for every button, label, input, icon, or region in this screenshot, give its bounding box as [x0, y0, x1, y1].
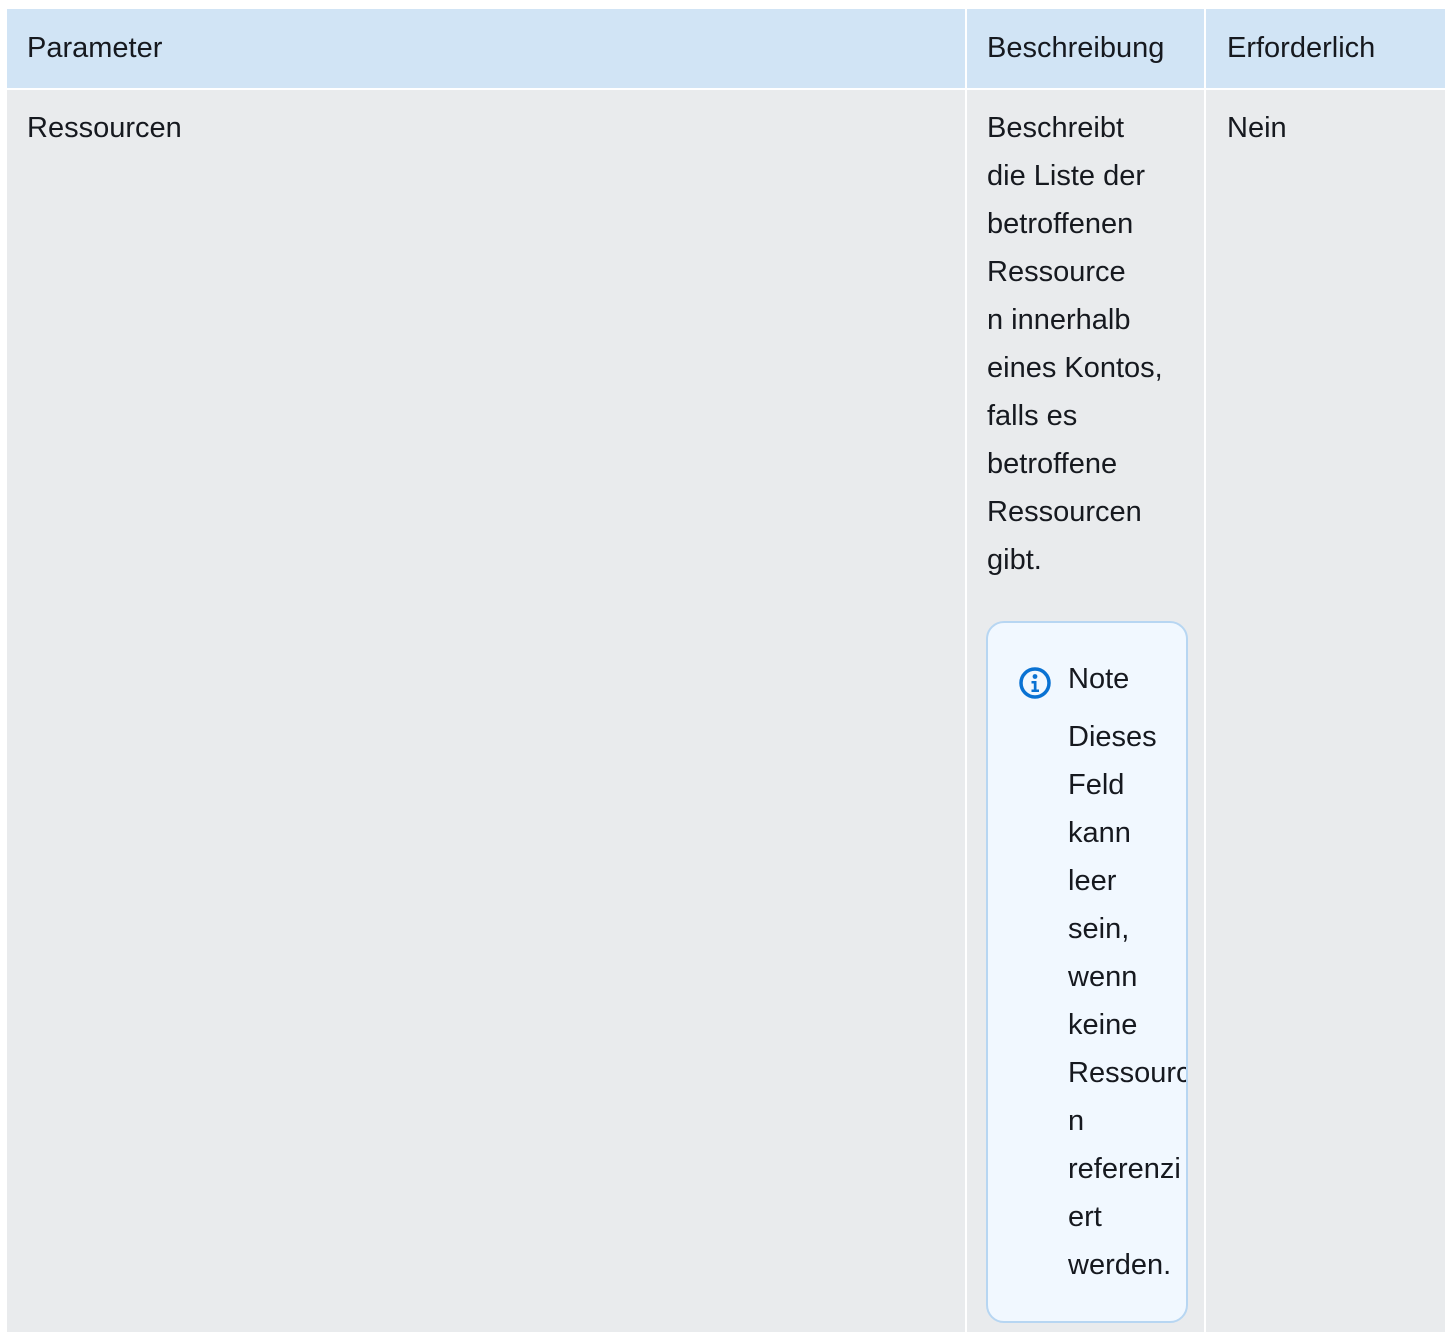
info-icon [1019, 667, 1051, 699]
header-description: Beschreibung [987, 32, 1165, 64]
cell-parameter: Ressourcen [27, 112, 182, 144]
header-required: Erforderlich [1227, 32, 1376, 64]
table-header-row: Parameter Beschreibung Erforderlich [7, 9, 1445, 90]
cell-description: Beschreibt die Liste der betroffenen Res… [987, 112, 1163, 576]
parameters-table: Parameter Beschreibung Erforderlich Ress… [7, 9, 1445, 1332]
column-divider [1204, 9, 1206, 1332]
note-title: Note [1068, 663, 1130, 695]
header-parameter: Parameter [27, 32, 163, 64]
note-body: Dieses Feld kann leer sein, wenn keine R… [1068, 721, 1186, 1281]
column-divider [965, 9, 967, 1332]
note-callout: Note Dieses Feld kann leer sein, wenn ke… [986, 621, 1188, 1323]
cell-required: Nein [1227, 112, 1287, 144]
